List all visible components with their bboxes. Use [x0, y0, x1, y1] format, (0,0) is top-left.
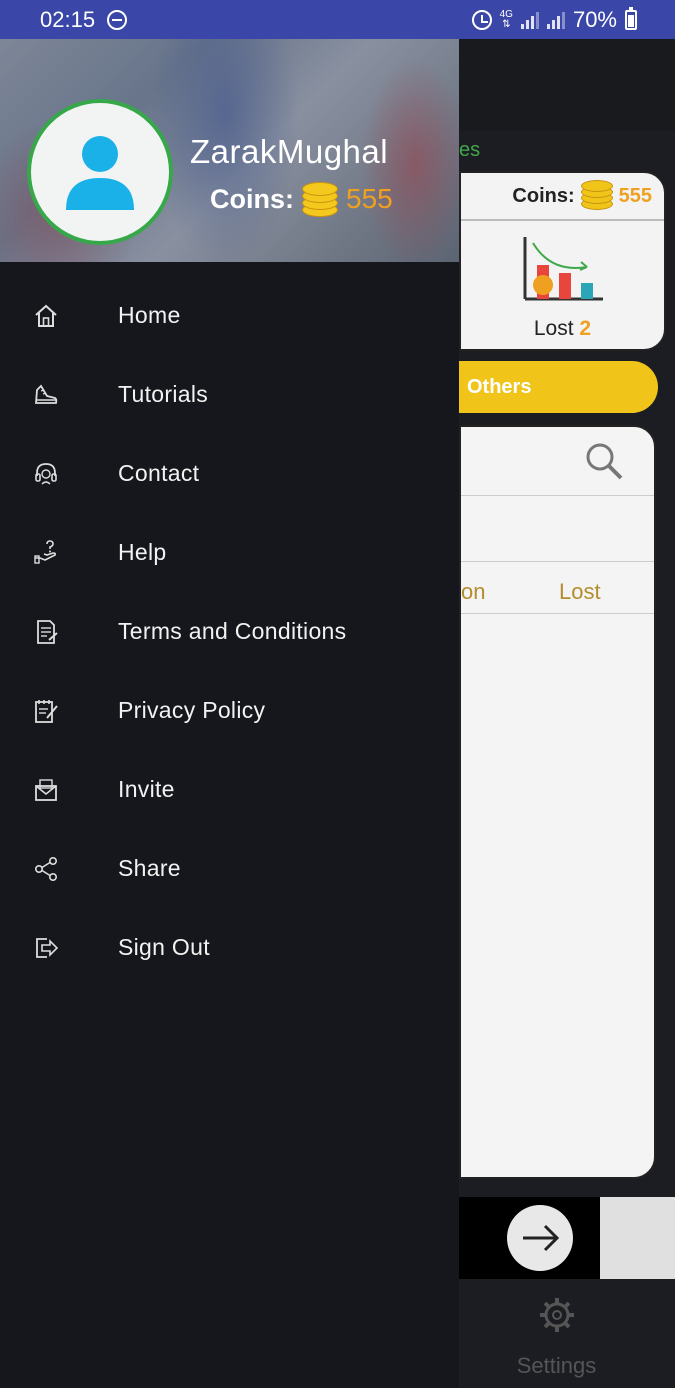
drawer-menu: Home Tutorials Contact Help Terms and Co… [0, 276, 459, 987]
bg-column-header: on [461, 579, 486, 604]
data-arrows-icon: ⇅ [502, 18, 511, 30]
bg-lost-label: Lost [533, 317, 574, 340]
menu-item-privacy-policy[interactable]: Privacy Policy [0, 671, 459, 750]
bg-stats-card: Coins: 555 Lost 2 [459, 171, 666, 351]
menu-item-tutorials[interactable]: Tutorials [0, 355, 459, 434]
bg-coins-label: Coins: [512, 184, 575, 207]
status-left: 02:15 [40, 6, 128, 33]
user-icon [66, 136, 134, 210]
loss-chart-icon [523, 237, 603, 301]
menu-item-terms[interactable]: Terms and Conditions [0, 592, 459, 671]
sign-out-icon [36, 937, 59, 958]
menu-item-label: Tutorials [118, 381, 209, 407]
navigation-drawer: ZarakMughal Coins: 555 Home Tutorials Co… [0, 39, 459, 1388]
menu-item-label: Terms and Conditions [118, 618, 347, 644]
bg-settings-label: Settings [516, 1353, 597, 1378]
search-icon [586, 443, 623, 480]
menu-item-home[interactable]: Home [0, 276, 459, 355]
avatar[interactable] [27, 99, 173, 245]
bg-header [459, 39, 675, 131]
menu-item-label: Share [118, 855, 181, 881]
signal-icon-2 [546, 11, 565, 29]
battery-icon [625, 6, 637, 30]
status-time: 02:15 [40, 6, 96, 32]
bg-column-header-lost: Lost [559, 579, 601, 604]
menu-item-label: Privacy Policy [118, 697, 266, 723]
signal-icon [520, 11, 539, 29]
hand-help-icon [34, 539, 57, 564]
coins-label: Coins: [210, 183, 294, 214]
menu-item-label: Contact [118, 460, 200, 486]
next-button [507, 1205, 573, 1271]
menu-item-label: Invite [118, 776, 175, 802]
bg-bottom-grey [600, 1197, 675, 1279]
do-not-disturb-icon [107, 9, 128, 30]
menu-item-sign-out[interactable]: Sign Out [0, 908, 459, 987]
bg-divider [461, 613, 654, 614]
headset-icon [35, 462, 57, 485]
status-bar: 02:15 4G ⇅ 70% [0, 0, 675, 39]
bg-others-tab: Others [459, 361, 658, 413]
drawer-header: ZarakMughal Coins: 555 [0, 39, 459, 262]
menu-item-share[interactable]: Share [0, 829, 459, 908]
gear-icon [540, 1298, 574, 1332]
bg-lost-stat: Lost 2 [461, 317, 664, 341]
battery-percent: 70% [572, 6, 617, 32]
network-type-label: 4G [499, 8, 513, 20]
menu-item-help[interactable]: Help [0, 513, 459, 592]
share-icon [34, 856, 57, 881]
coins-balance: Coins: 555 [210, 181, 393, 217]
bg-settings-tab: Settings [459, 1279, 675, 1388]
bg-coins-row: Coins: 555 [461, 173, 664, 221]
bg-divider [461, 561, 654, 562]
sneaker-icon [35, 384, 58, 404]
username: ZarakMughal [190, 133, 389, 170]
bg-bottom-bar [459, 1197, 675, 1279]
coins-value: 555 [346, 183, 393, 214]
coins-icon [580, 180, 613, 212]
notepad-icon [35, 699, 58, 723]
arrow-right-icon [523, 1224, 560, 1252]
menu-item-invite[interactable]: Invite [0, 750, 459, 829]
bg-lost-value: 2 [579, 317, 592, 340]
status-right: 4G ⇅ 70% [471, 6, 637, 33]
bg-tab-partial: es [459, 139, 481, 161]
menu-item-label: Home [118, 302, 181, 328]
menu-item-label: Sign Out [118, 934, 210, 960]
document-icon [37, 619, 58, 644]
menu-item-label: Help [118, 539, 167, 565]
bg-coins-value: 555 [618, 184, 652, 207]
coins-icon [302, 181, 338, 217]
bg-list-panel: on Lost [459, 425, 656, 1179]
envelope-icon [35, 778, 57, 801]
network-type: 4G ⇅ [499, 8, 513, 30]
home-icon [35, 304, 57, 327]
bg-divider [461, 495, 654, 496]
menu-item-contact[interactable]: Contact [0, 434, 459, 513]
alarm-icon [471, 9, 492, 30]
